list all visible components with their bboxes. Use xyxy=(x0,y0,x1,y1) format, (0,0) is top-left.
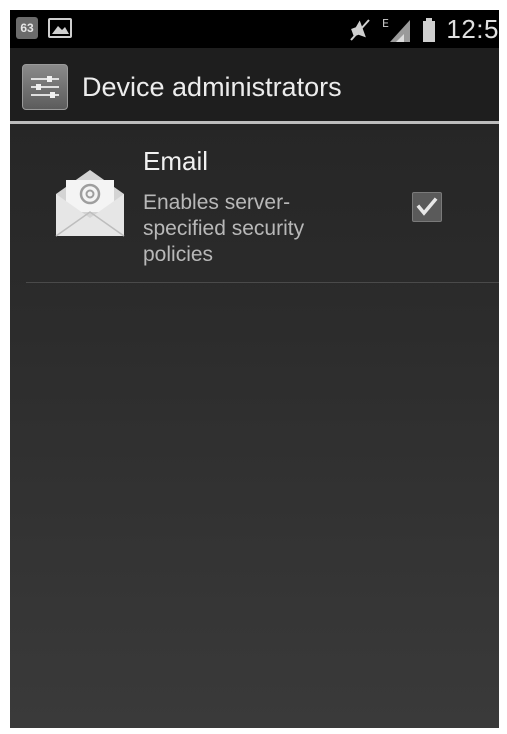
status-bar: 63 E 12:5 xyxy=(10,10,499,48)
page-title: Device administrators xyxy=(82,72,342,102)
admin-enabled-checkbox[interactable] xyxy=(412,192,442,222)
email-envelope-icon xyxy=(55,170,125,237)
status-bar-left: 63 xyxy=(16,17,72,39)
signal-label: E xyxy=(382,17,389,30)
settings-sliders-icon[interactable] xyxy=(22,64,68,110)
list-divider xyxy=(26,282,499,283)
screen-frame: 63 E 12:5 Device administrators Email En… xyxy=(10,10,499,728)
notification-badge: 63 xyxy=(16,17,38,39)
list-item-email[interactable]: Email Enables server-specified security … xyxy=(10,124,499,282)
battery-icon xyxy=(423,17,436,42)
action-bar: Device administrators xyxy=(10,48,499,121)
signal-edge-icon: E xyxy=(382,17,411,42)
status-time: 12:5 xyxy=(446,14,499,44)
list-item-summary: Enables server-specified security polici… xyxy=(143,191,305,266)
image-notification-icon xyxy=(48,18,72,38)
mute-icon xyxy=(350,18,371,41)
status-bar-right: E 12:5 xyxy=(348,14,499,45)
list-item-title: Email xyxy=(143,146,209,176)
